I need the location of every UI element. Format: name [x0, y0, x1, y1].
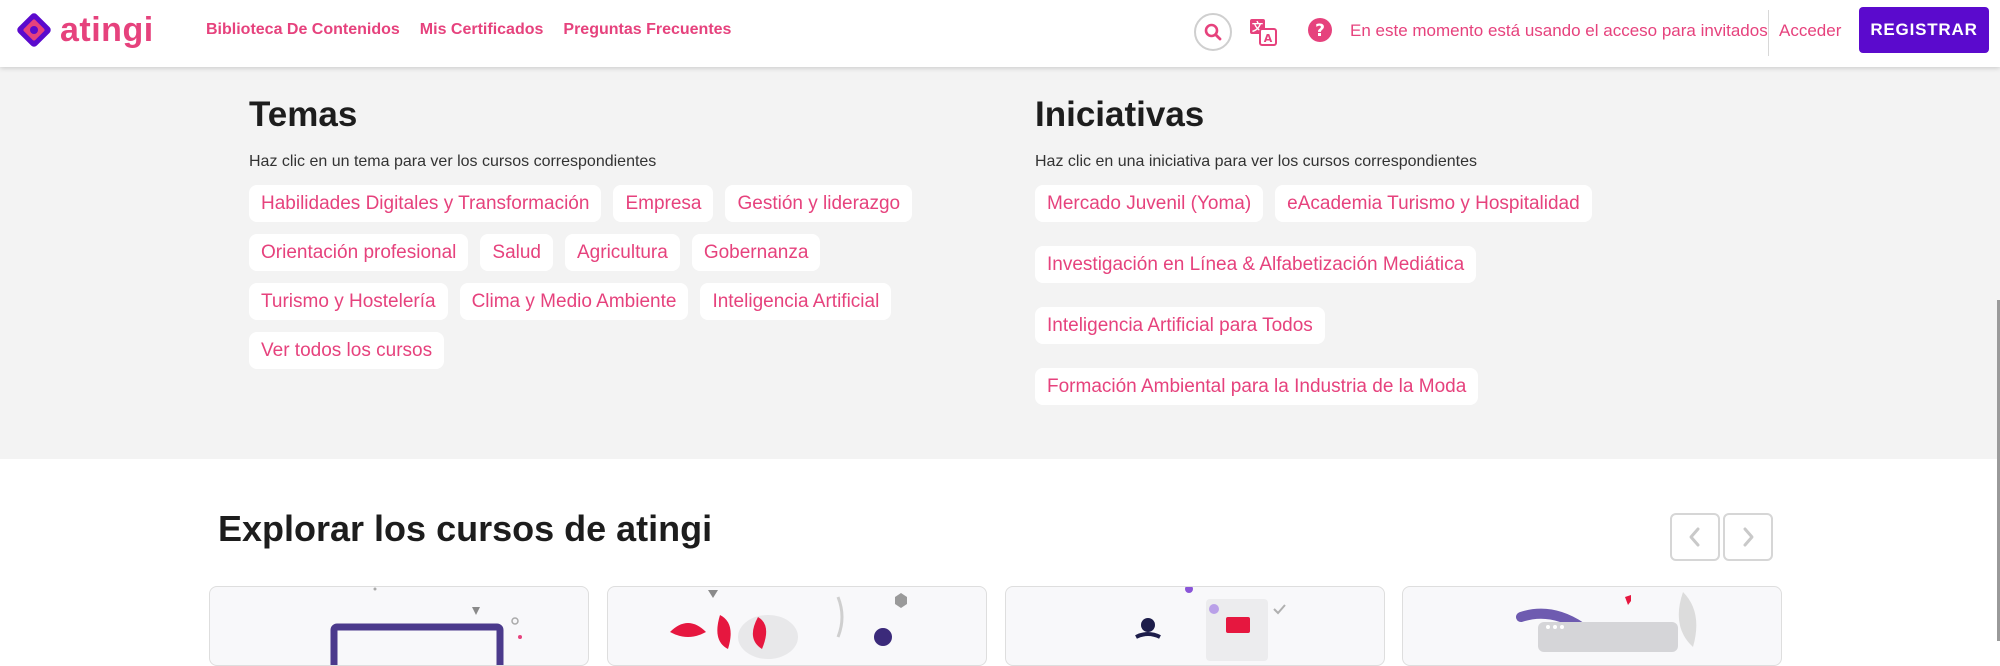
topics-chip-list: Habilidades Digitales y Transformación E…: [249, 185, 949, 369]
topics-section: Temas Haz clic en un tema para ver los c…: [0, 67, 2000, 459]
main-nav: Biblioteca De Contenidos Mis Certificado…: [206, 21, 731, 39]
search-button[interactable]: [1194, 13, 1232, 51]
svg-text:?: ?: [1315, 21, 1325, 41]
header-divider: [1768, 10, 1769, 56]
help-icon: ?: [1308, 18, 1332, 42]
chevron-right-icon: [1743, 527, 1754, 547]
initiative-chip[interactable]: Mercado Juvenil (Yoma): [1035, 185, 1264, 222]
logo-text: atingi: [60, 11, 154, 49]
topic-chip[interactable]: Gobernanza: [691, 234, 821, 271]
topics-subtitle: Haz clic en un tema para ver los cursos …: [249, 153, 657, 170]
initiative-chip[interactable]: Investigación en Línea & Alfabetización …: [1035, 246, 1477, 283]
chevron-left-icon: [1689, 527, 1700, 547]
login-link[interactable]: Acceder: [1779, 21, 1841, 41]
view-all-courses-chip[interactable]: Ver todos los cursos: [249, 332, 445, 369]
topic-chip[interactable]: Agricultura: [565, 234, 680, 271]
initiative-chip[interactable]: Formación Ambiental para la Industria de…: [1035, 368, 1479, 405]
carousel-next-button[interactable]: [1723, 513, 1773, 561]
language-button[interactable]: 文 A: [1249, 18, 1277, 46]
initiatives-chip-list: Mercado Juvenil (Yoma) eAcademia Turismo…: [1035, 185, 1735, 405]
course-card[interactable]: [607, 586, 987, 666]
course-illustration-mail: [1135, 587, 1286, 661]
logo-mark-icon: [17, 13, 51, 47]
topics-column: Temas Haz clic en un tema para ver los c…: [249, 93, 949, 369]
course-card[interactable]: [1402, 586, 1782, 666]
topic-chip[interactable]: Turismo y Hostelería: [249, 283, 448, 320]
topic-chip[interactable]: Inteligencia Artificial: [700, 283, 892, 320]
course-illustration-plants: [670, 590, 907, 659]
course-illustration-browser: [1516, 592, 1697, 652]
initiatives-title: Iniciativas: [1035, 95, 1205, 134]
course-card[interactable]: [1005, 586, 1385, 666]
topic-chip[interactable]: Empresa: [613, 185, 714, 222]
register-button[interactable]: REGISTRAR: [1859, 7, 1989, 53]
guest-access-notice: En este momento está usando el acceso pa…: [1350, 21, 1768, 40]
topics-title: Temas: [249, 95, 358, 134]
nav-faq[interactable]: Preguntas Frecuentes: [563, 21, 731, 39]
top-header: atingi Biblioteca De Contenidos Mis Cert…: [0, 0, 2000, 67]
initiative-chip[interactable]: eAcademia Turismo y Hospitalidad: [1275, 185, 1592, 222]
topic-chip[interactable]: Orientación profesional: [249, 234, 469, 271]
carousel-prev-button[interactable]: [1670, 513, 1720, 561]
atingi-logo[interactable]: atingi: [14, 10, 154, 50]
nav-content-library[interactable]: Biblioteca De Contenidos: [206, 21, 400, 39]
initiatives-column: Iniciativas Haz clic en una iniciativa p…: [1035, 93, 1735, 405]
nav-my-certificates[interactable]: Mis Certificados: [420, 21, 544, 39]
initiatives-subtitle: Haz clic en una iniciativa para ver los …: [1035, 153, 1477, 170]
course-card[interactable]: [209, 586, 589, 666]
topic-chip[interactable]: Salud: [480, 234, 553, 271]
explore-title: Explorar los cursos de atingi: [218, 508, 713, 549]
topic-chip[interactable]: Habilidades Digitales y Transformación: [249, 185, 602, 222]
initiative-chip[interactable]: Inteligencia Artificial para Todos: [1035, 307, 1325, 344]
topic-chip[interactable]: Gestión y liderazgo: [725, 185, 913, 222]
course-illustration-laptop: [330, 587, 522, 665]
topic-chip[interactable]: Clima y Medio Ambiente: [459, 283, 689, 320]
svg-text:A: A: [1264, 32, 1273, 45]
translate-icon: 文 A: [1250, 19, 1277, 46]
help-button[interactable]: ?: [1306, 16, 1334, 44]
search-icon: [1204, 23, 1222, 41]
